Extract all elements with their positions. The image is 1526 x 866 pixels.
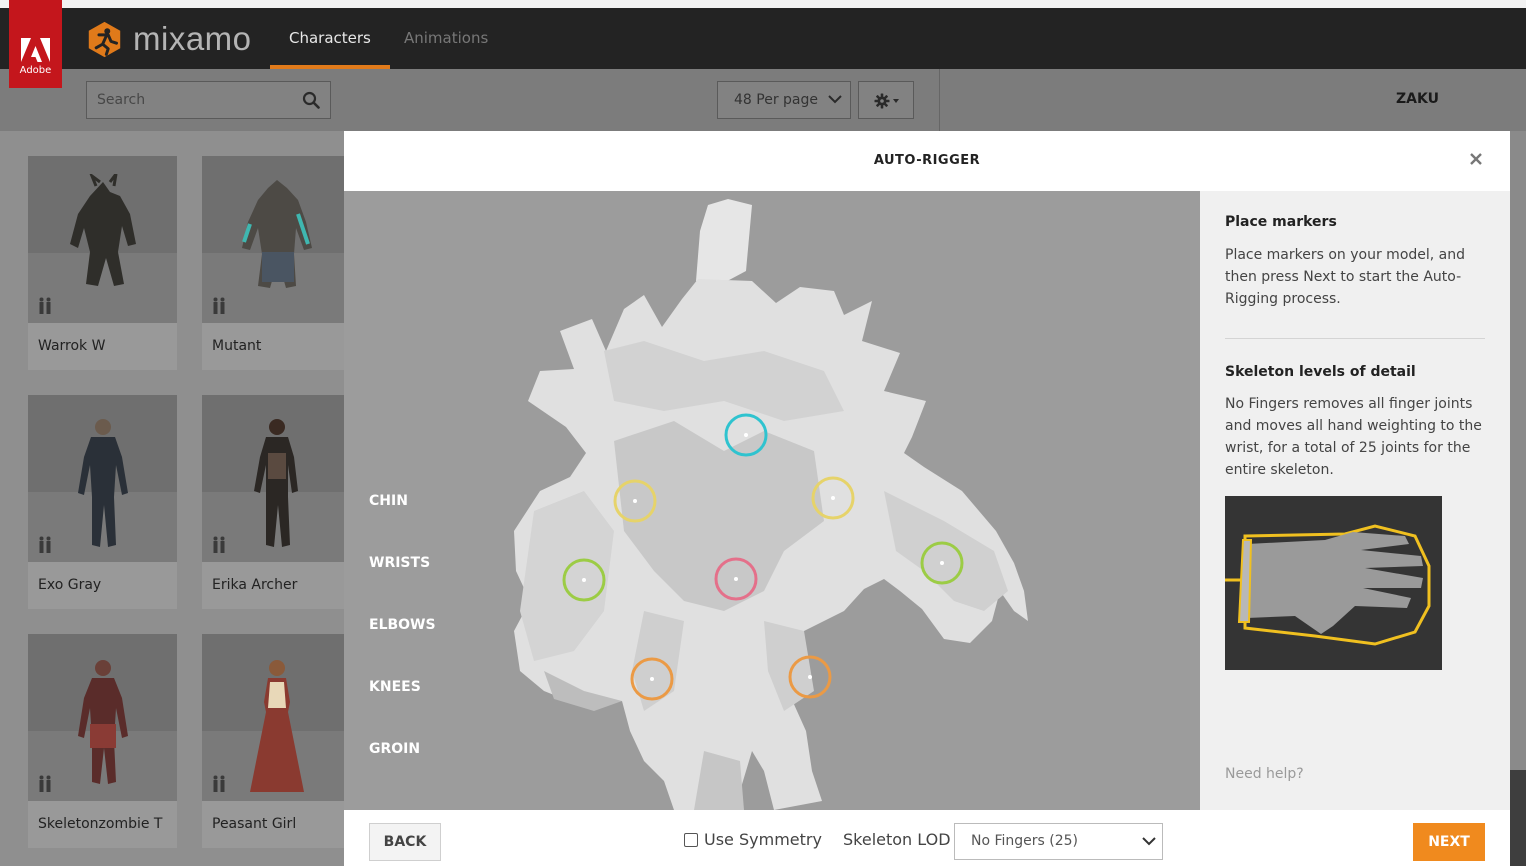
settings-button[interactable] — [858, 81, 914, 119]
skeleton-lod-select[interactable]: No Fingers (25) — [954, 823, 1163, 860]
use-symmetry-checkbox[interactable]: Use Symmetry — [684, 830, 822, 849]
gear-icon — [874, 93, 899, 109]
character-name: Mutant — [212, 338, 262, 354]
adobe-label: Adobe — [19, 65, 52, 76]
character-name: Peasant Girl — [212, 816, 297, 832]
adobe-badge[interactable]: Adobe — [9, 0, 62, 88]
place-markers-heading: Place markers — [1225, 214, 1337, 230]
people-icon — [39, 775, 51, 792]
character-name: Warrok W — [38, 338, 106, 354]
app-header: mixamo Characters Animations — [0, 8, 1526, 69]
people-icon — [213, 297, 225, 314]
marker-label-knees: KNEES — [369, 679, 421, 695]
wrist-marker-left[interactable] — [612, 478, 658, 524]
scrollbar-thumb[interactable] — [1510, 770, 1526, 866]
people-icon — [213, 536, 225, 553]
marker-label-chin: CHIN — [369, 493, 408, 509]
per-page-select[interactable]: 48 Per page — [717, 81, 851, 119]
use-symmetry-label: Use Symmetry — [704, 830, 822, 849]
background-panel — [1510, 131, 1526, 866]
character-card[interactable]: Skeletonzombie T — [28, 634, 177, 848]
next-button[interactable]: NEXT — [1413, 823, 1485, 861]
knee-marker-right[interactable] — [787, 654, 833, 700]
tab-animations[interactable]: Animations — [385, 8, 507, 69]
close-icon[interactable] — [1468, 151, 1484, 167]
character-card[interactable]: Mutant — [202, 156, 351, 370]
character-figure — [241, 180, 312, 288]
search-box — [86, 81, 331, 119]
people-icon — [213, 775, 225, 792]
checkbox-box[interactable] — [684, 832, 698, 847]
skeleton-lod-heading: Skeleton levels of detail — [1225, 364, 1416, 380]
toolbar: 48 Per page ZAKU — [0, 69, 1526, 131]
per-page-value: 48 Per page — [734, 92, 818, 108]
elbow-marker-right[interactable] — [919, 540, 965, 586]
marker-label-wrists: WRISTS — [369, 555, 431, 571]
chevron-down-icon — [1142, 837, 1156, 846]
chevron-down-icon — [828, 95, 842, 104]
adobe-logo-icon — [21, 38, 50, 62]
brand-name: mixamo — [133, 20, 252, 57]
character-figure — [249, 660, 304, 792]
wrist-marker-right[interactable] — [810, 475, 856, 521]
character-name: Erika Archer — [212, 577, 298, 593]
chin-marker[interactable] — [723, 412, 769, 458]
groin-marker[interactable] — [713, 556, 759, 602]
dialog-title: AUTO-RIGGER — [873, 153, 981, 168]
tab-characters[interactable]: Characters — [270, 8, 390, 69]
dialog-footer: BACK Use Symmetry Skeleton LOD No Finger… — [344, 810, 1510, 866]
character-card[interactable]: Peasant Girl — [202, 634, 351, 848]
back-button[interactable]: BACK — [369, 823, 441, 861]
elbow-marker-left[interactable] — [561, 557, 607, 603]
character-figure — [77, 419, 128, 547]
knee-marker-left[interactable] — [629, 656, 675, 702]
mixamo-logo-icon — [88, 21, 121, 57]
character-figure — [69, 174, 136, 286]
people-icon — [39, 297, 51, 314]
search-icon[interactable] — [302, 91, 320, 109]
section-divider — [1225, 338, 1485, 339]
skeleton-lod-value: No Fingers (25) — [971, 833, 1079, 849]
need-help-link[interactable]: Need help? — [1225, 766, 1304, 782]
character-figure — [77, 660, 128, 784]
skeleton-lod-label: Skeleton LOD — [843, 830, 951, 849]
character-card[interactable]: Warrok W — [28, 156, 177, 370]
character-card[interactable]: Exo Gray — [28, 395, 177, 609]
search-input[interactable] — [97, 90, 297, 110]
toolbar-divider — [939, 69, 940, 131]
marker-label-elbows: ELBOWS — [369, 617, 436, 633]
skeleton-lod-text: No Fingers removes all finger joints and… — [1225, 396, 1482, 478]
place-markers-text: Place markers on your model, and then pr… — [1225, 247, 1466, 307]
marker-label-groin: GROIN — [369, 741, 421, 757]
username[interactable]: ZAKU — [1396, 91, 1439, 107]
hand-diagram — [1225, 496, 1442, 670]
auto-rigger-dialog: AUTO-RIGGER CHIN WRISTS ELBOWS KNEES GRO… — [344, 131, 1510, 866]
instructions-panel: Place markers Place markers on your mode… — [1200, 191, 1510, 810]
browser-top-strip — [0, 0, 1526, 8]
character-model — [514, 199, 1028, 810]
character-card[interactable]: Erika Archer — [202, 395, 351, 609]
character-name: Exo Gray — [38, 577, 102, 593]
mixamo-brand[interactable]: mixamo — [86, 20, 252, 58]
hand-diagram-illustration — [1225, 496, 1442, 670]
model-viewport[interactable]: CHIN WRISTS ELBOWS KNEES GROIN — [344, 191, 1200, 810]
people-icon — [39, 536, 51, 553]
character-name: Skeletonzombie T — [38, 816, 163, 832]
character-figure — [253, 419, 298, 547]
